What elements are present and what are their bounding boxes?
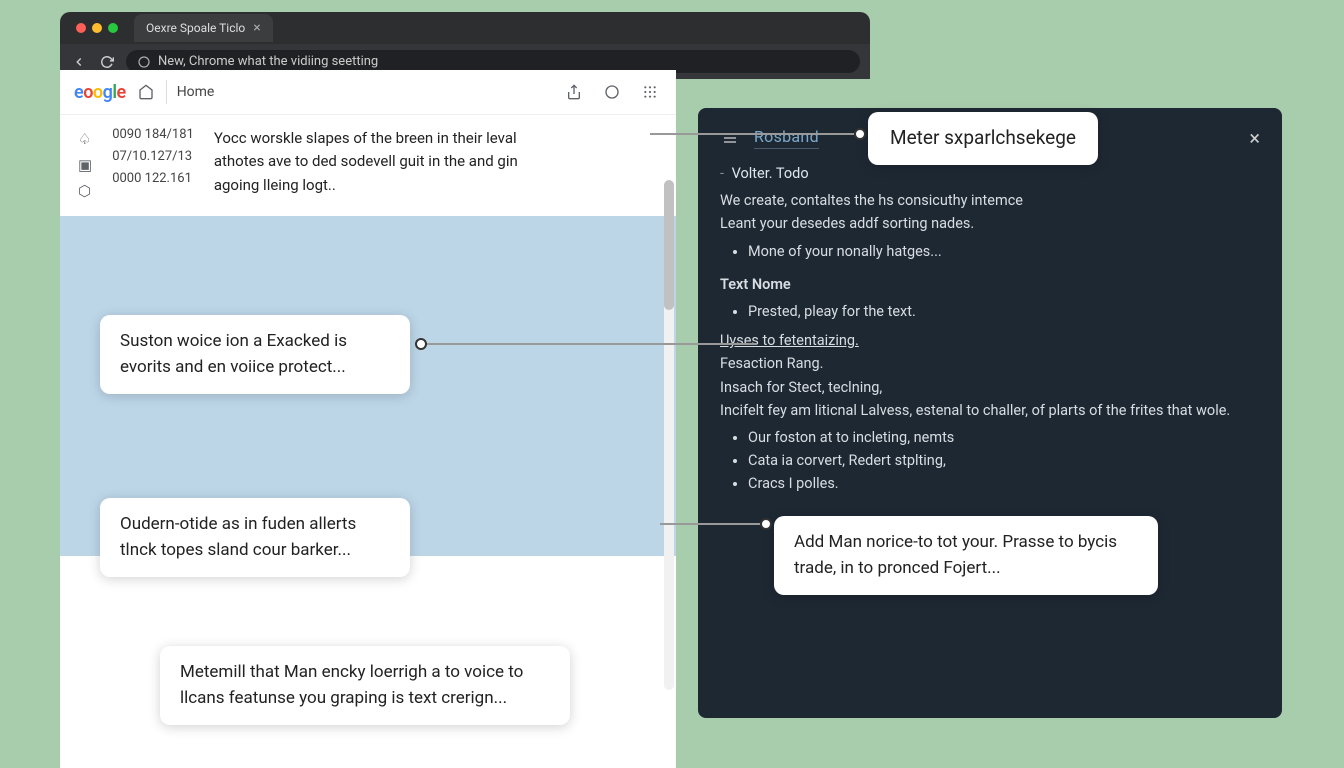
logo[interactable]: eoogle xyxy=(74,82,126,103)
close-tab-icon[interactable]: × xyxy=(253,20,260,36)
minimize-window-icon[interactable] xyxy=(92,23,102,33)
calendar-icon: ▣ xyxy=(78,156,92,174)
callout-text: Add Man norice-to tot your. Prasse to by… xyxy=(794,532,1117,578)
panel-intro: We create, contaltes the hs consicuthy i… xyxy=(720,189,1260,212)
panel-intro: Leant your desedes addf sorting nades. xyxy=(720,212,1260,235)
connector-line xyxy=(660,523,760,525)
panel-bullet: Mone of your nonally hatges... xyxy=(748,240,1260,263)
maximize-window-icon[interactable] xyxy=(108,23,118,33)
badge-icon: ⬡ xyxy=(78,182,92,200)
close-icon[interactable]: × xyxy=(1249,126,1260,150)
panel-title[interactable]: Rosband xyxy=(754,127,819,149)
panel-bullet: Cracs I polles. xyxy=(748,472,1260,495)
home-icon[interactable] xyxy=(138,84,154,100)
connector-line xyxy=(650,133,854,135)
meta-id: 07/10.127/13 xyxy=(112,149,194,164)
connector-dot xyxy=(415,338,427,350)
bell-icon: ♤ xyxy=(78,130,92,148)
callout-text: Oudern-otide as in fuden allerts tlnck t… xyxy=(120,514,356,560)
panel-line: Insach for Stect, teclning, xyxy=(720,376,1260,399)
meta-id: 0090 184/181 xyxy=(112,127,194,142)
back-button[interactable] xyxy=(70,53,88,71)
callout-2: Oudern-otide as in fuden allerts tlnck t… xyxy=(100,498,410,577)
scrollbar[interactable] xyxy=(664,180,674,690)
panel-subtitle: Volter. Todo xyxy=(720,162,1260,185)
callout-panel-add: Add Man norice-to tot your. Prasse to by… xyxy=(774,516,1158,595)
connector-dot xyxy=(760,518,772,530)
panel-bullet: Our foston at to incleting, nemts xyxy=(748,426,1260,449)
refresh-icon[interactable] xyxy=(600,80,624,104)
panel-section-heading: Text Nome xyxy=(720,273,1260,296)
page-header: eoogle Home xyxy=(60,70,676,115)
meta-id: 0000 122.161 xyxy=(112,171,194,186)
share-icon[interactable] xyxy=(562,80,586,104)
window-controls[interactable] xyxy=(68,23,126,33)
panel-bullet: Prested, pleay for the text. xyxy=(748,300,1260,323)
scrollbar-thumb[interactable] xyxy=(664,180,674,310)
callout-3: Metemill that Man encky loerrigh a to vo… xyxy=(160,646,570,725)
meta-icons: ♤ ▣ ⬡ xyxy=(78,127,92,200)
meta-summary: Yocc worskle slapes of the breen in thei… xyxy=(214,127,554,200)
panel-line: Uyses to fetentaizing. xyxy=(720,329,1260,352)
callout-search: Meter sxparlchsekege xyxy=(868,112,1098,165)
browser-tab[interactable]: Oexre Spoale Ticlo × xyxy=(134,14,273,42)
tab-row: Oexre Spoale Ticlo × xyxy=(60,12,870,44)
callout-text: Metemill that Man encky loerrigh a to vo… xyxy=(180,662,523,708)
callout-1: Suston woice ion a Exacked is evorits an… xyxy=(100,315,410,394)
close-window-icon[interactable] xyxy=(76,23,86,33)
side-panel: Rosband × Volter. Todo We create, contal… xyxy=(698,108,1282,718)
connector-dot xyxy=(854,128,866,140)
browser-chrome: Oexre Spoale Ticlo × New, Chrome what th… xyxy=(60,12,870,79)
more-icon[interactable] xyxy=(638,80,662,104)
site-info-icon xyxy=(138,56,150,68)
reload-button[interactable] xyxy=(98,53,116,71)
panel-line: Fesaction Rang. xyxy=(720,352,1260,375)
panel-bullet: Cata ia corvert, Redert stplting, xyxy=(748,449,1260,472)
panel-line: Incifelt fey am liticnal Lalvess, estena… xyxy=(720,399,1260,422)
panel-body: Volter. Todo We create, contaltes the hs… xyxy=(720,162,1260,495)
home-link[interactable]: Home xyxy=(166,80,225,104)
meta-block: ♤ ▣ ⬡ 0090 184/181 07/10.127/13 0000 122… xyxy=(60,115,676,216)
meta-ids: 0090 184/181 07/10.127/13 0000 122.161 xyxy=(112,127,194,200)
address-text: New, Chrome what the vidiing seetting xyxy=(158,54,378,69)
tab-title: Oexre Spoale Ticlo xyxy=(146,21,245,35)
callout-text: Suston woice ion a Exacked is evorits an… xyxy=(120,331,347,377)
connector-line xyxy=(427,343,757,345)
callout-text: Meter sxparlchsekege xyxy=(890,126,1076,149)
